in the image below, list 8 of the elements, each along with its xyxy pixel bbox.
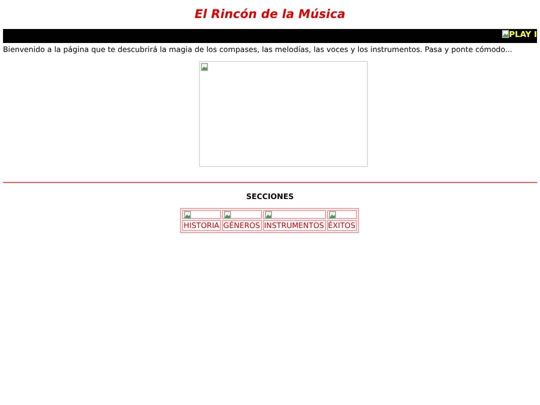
- broken-image-icon: [184, 211, 192, 219]
- banner-alt-text: PLAY I: [509, 30, 537, 39]
- broken-image-icon: [328, 211, 336, 219]
- broken-image-icon: [224, 211, 231, 219]
- broken-image-icon: [201, 63, 208, 71]
- page-title: El Rincón de la Música: [194, 7, 346, 22]
- broken-image-icon: [502, 30, 510, 38]
- broken-image-icon: [264, 211, 272, 219]
